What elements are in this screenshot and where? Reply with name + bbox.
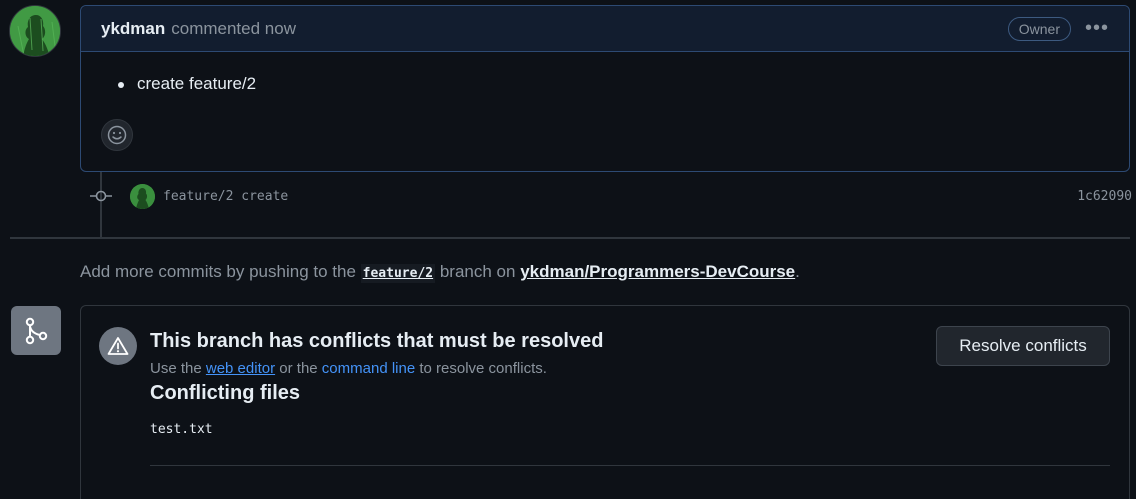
comment-meta[interactable]: commented now — [171, 19, 296, 39]
timeline-divider — [10, 237, 1130, 239]
kebab-horizontal-icon[interactable]: ••• — [1085, 17, 1109, 40]
conflicting-files-heading: Conflicting files — [150, 382, 300, 404]
push-hint: Add more commits by pushing to the featu… — [80, 262, 800, 283]
repo-link[interactable]: ykdman/Programmers-DevCourse — [520, 262, 795, 281]
git-commit-icon — [88, 180, 114, 212]
push-hint-suffix: . — [795, 262, 800, 281]
conflict-sub-suffix: to resolve conflicts. — [419, 360, 547, 377]
conflicting-file: test.txt — [150, 422, 213, 437]
command-line-link[interactable]: command line — [322, 360, 415, 377]
web-editor-link[interactable]: web editor — [206, 360, 275, 377]
comment-body: create feature/2 — [81, 52, 1129, 94]
smiley-icon — [107, 125, 127, 145]
resolve-conflicts-button[interactable]: Resolve conflicts — [936, 326, 1110, 366]
commit-author-avatar[interactable] — [130, 183, 155, 209]
list-item: create feature/2 — [101, 74, 1109, 94]
comment-header: ykdman commented now Owner ••• — [81, 6, 1129, 52]
push-hint-middle: branch on — [439, 262, 516, 281]
commit-message[interactable]: feature/2 create — [163, 189, 288, 204]
merge-conflict-panel: This branch has conflicts that must be r… — [80, 305, 1130, 499]
files-divider — [150, 465, 1110, 466]
conflict-sub-or: or the — [279, 360, 318, 377]
add-reaction-button[interactable] — [101, 119, 133, 151]
conflict-subtitle: Use the web editor or the command line t… — [150, 360, 547, 377]
git-merge-icon — [11, 306, 61, 355]
conflict-sub-prefix: Use the — [150, 360, 202, 377]
commit-row: feature/2 create 1c62090 — [88, 180, 1132, 212]
conflict-title: This branch has conflicts that must be r… — [150, 330, 604, 352]
comment-box: ykdman commented now Owner ••• create fe… — [80, 5, 1130, 172]
avatar[interactable] — [9, 5, 61, 57]
commit-sha[interactable]: 1c62090 — [1077, 189, 1132, 204]
branch-name[interactable]: feature/2 — [360, 264, 436, 283]
push-hint-prefix: Add more commits by pushing to the — [80, 262, 356, 281]
alert-icon — [99, 327, 137, 365]
pr-timeline: ykdman commented now Owner ••• create fe… — [0, 0, 1136, 499]
owner-badge: Owner — [1007, 16, 1071, 41]
comment-author[interactable]: ykdman — [101, 19, 165, 39]
